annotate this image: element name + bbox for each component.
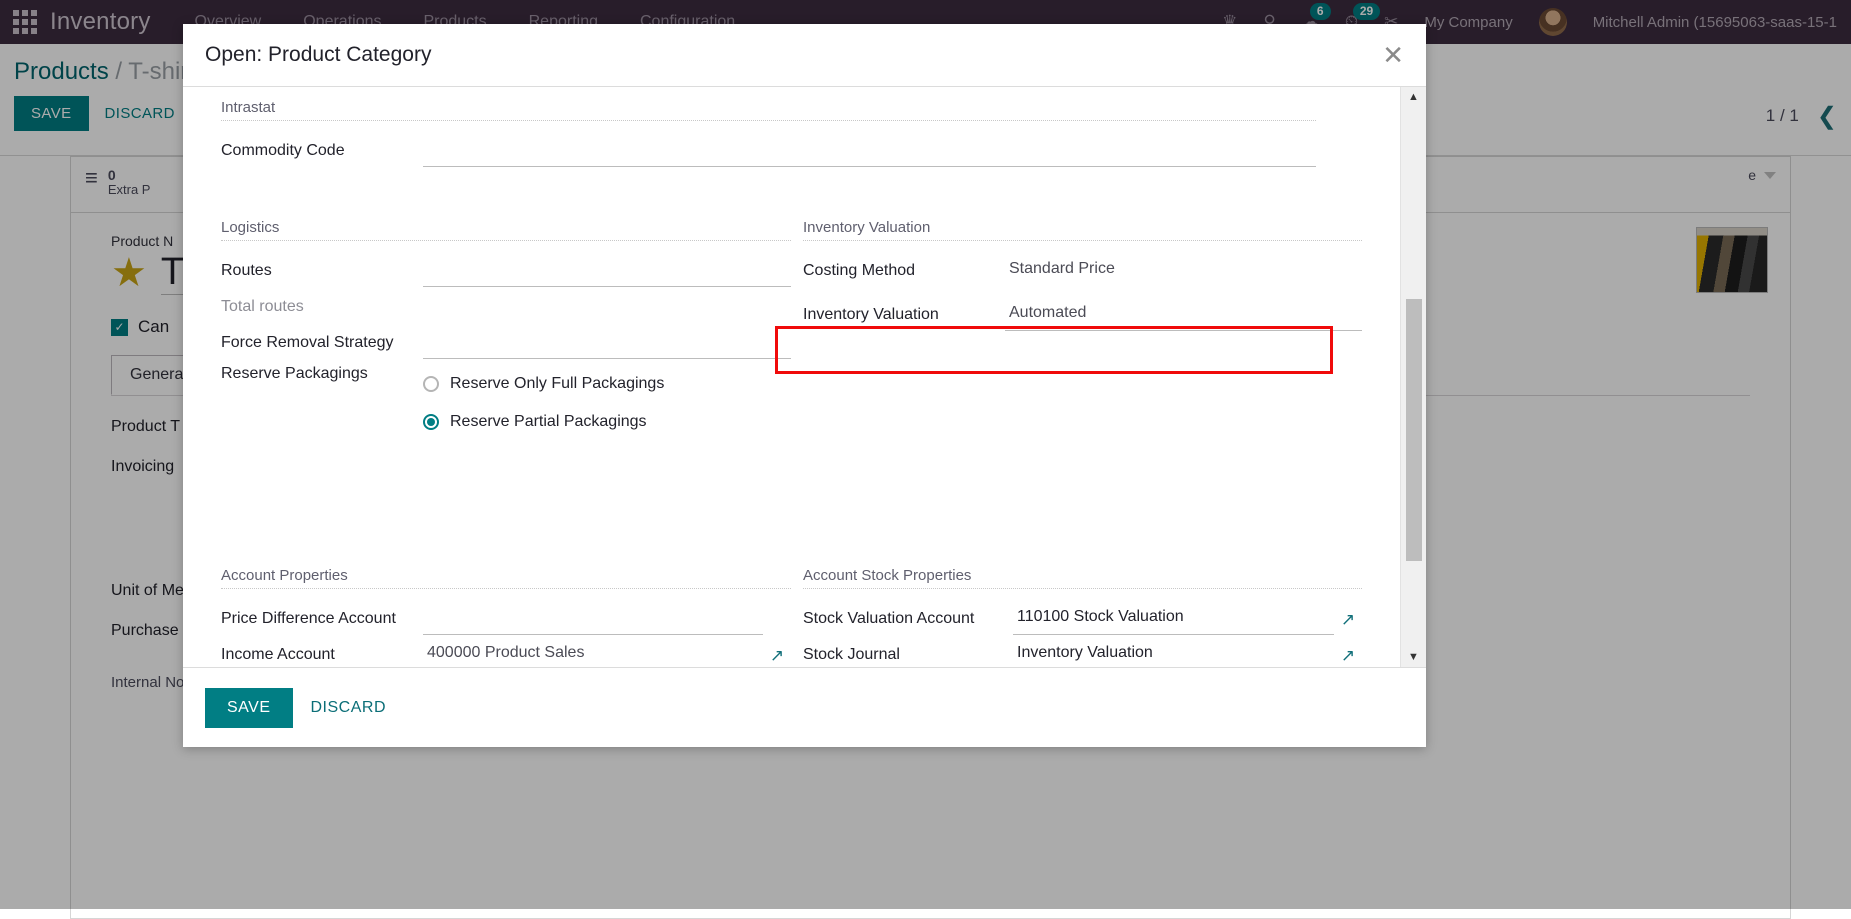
row-reserve-packagings: Reserve Packagings Reserve Only Full Pac… xyxy=(221,365,791,441)
row-routes: Routes xyxy=(221,251,791,287)
row-costing-method: Costing Method Standard Price xyxy=(803,251,1362,287)
price-difference-account-label: Price Difference Account xyxy=(221,610,423,635)
scroll-up-arrow-icon[interactable]: ▲ xyxy=(1401,91,1426,103)
costing-method-label: Costing Method xyxy=(803,262,1005,287)
row-price-difference-account: Price Difference Account ↗ xyxy=(221,599,791,635)
spacer xyxy=(183,167,1400,219)
spacer xyxy=(183,441,1400,567)
stock-journal-label: Stock Journal xyxy=(803,646,1013,667)
radio-reserve-only-full[interactable]: Reserve Only Full Packagings xyxy=(423,365,791,403)
product-category-dialog: Open: Product Category ✕ Intrastat Commo… xyxy=(183,24,1426,747)
dialog-header: Open: Product Category ✕ xyxy=(183,24,1426,87)
dialog-footer: SAVE DISCARD xyxy=(183,667,1426,747)
income-account-input[interactable]: 400000 Product Sales xyxy=(423,644,763,667)
row-stock-valuation-account: Stock Valuation Account 110100 Stock Val… xyxy=(803,599,1362,635)
routes-input[interactable] xyxy=(423,260,791,287)
external-link-icon[interactable]: ↗ xyxy=(1334,646,1362,667)
dialog-discard-button[interactable]: DISCARD xyxy=(311,699,387,717)
reserve-packagings-options: Reserve Only Full Packagings Reserve Par… xyxy=(423,365,791,441)
account-stock-properties-title: Account Stock Properties xyxy=(803,567,1362,589)
inventory-valuation-label: Inventory Valuation xyxy=(803,306,1005,331)
radio-reserve-only-full-label: Reserve Only Full Packagings xyxy=(450,375,664,393)
section-account-properties: Account Properties Price Difference Acco… xyxy=(183,567,1400,667)
logistics-title: Logistics xyxy=(221,219,791,241)
row-total-routes: Total routes xyxy=(221,287,791,323)
price-difference-account-input[interactable] xyxy=(423,608,763,635)
col-logistics: Logistics Routes Total routes Force Remo… xyxy=(221,219,791,441)
row-inventory-valuation: Inventory Valuation Automated xyxy=(803,295,1362,331)
col-inventory-valuation: Inventory Valuation Costing Method Stand… xyxy=(803,219,1362,441)
inventory-valuation-title: Inventory Valuation xyxy=(803,219,1362,241)
external-link-icon[interactable]: ↗ xyxy=(1334,610,1362,635)
costing-method-select[interactable]: Standard Price xyxy=(1005,260,1362,287)
radio-on-icon[interactable] xyxy=(423,414,439,430)
commodity-code-label: Commodity Code xyxy=(221,142,423,167)
reserve-packagings-label: Reserve Packagings xyxy=(221,365,423,390)
dialog-scroll-content: Intrastat Commodity Code Logistics Route… xyxy=(183,87,1400,667)
stock-journal-input[interactable]: Inventory Valuation xyxy=(1013,644,1334,667)
scrollbar-thumb[interactable] xyxy=(1406,299,1422,561)
inventory-valuation-select[interactable]: Automated xyxy=(1005,304,1362,331)
scroll-down-arrow-icon[interactable]: ▼ xyxy=(1401,651,1426,663)
external-link-icon[interactable]: ↗ xyxy=(763,646,791,667)
routes-label: Routes xyxy=(221,262,423,287)
row-stock-journal: Stock Journal Inventory Valuation ↗ xyxy=(803,635,1362,667)
section-intrastat: Intrastat Commodity Code xyxy=(183,99,1400,167)
force-removal-strategy-input[interactable] xyxy=(423,332,791,359)
force-removal-strategy-label: Force Removal Strategy xyxy=(221,334,423,359)
dialog-scrollbar[interactable]: ▲ ▼ xyxy=(1400,87,1426,667)
dialog-title: Open: Product Category xyxy=(205,43,431,67)
close-icon[interactable]: ✕ xyxy=(1382,42,1404,68)
radio-reserve-partial[interactable]: Reserve Partial Packagings xyxy=(423,403,791,441)
dialog-save-button[interactable]: SAVE xyxy=(205,688,293,728)
row-commodity-code: Commodity Code xyxy=(221,131,1316,167)
row-force-removal-strategy: Force Removal Strategy xyxy=(221,323,791,359)
intrastat-title: Intrastat xyxy=(221,99,1316,121)
total-routes-label: Total routes xyxy=(221,298,423,323)
commodity-code-input[interactable] xyxy=(423,140,1316,167)
external-link-icon-placeholder: ↗ xyxy=(763,610,791,635)
total-routes-value xyxy=(423,296,791,323)
radio-reserve-partial-label: Reserve Partial Packagings xyxy=(450,413,647,431)
stock-valuation-account-input[interactable]: 110100 Stock Valuation xyxy=(1013,608,1334,635)
dialog-body: Intrastat Commodity Code Logistics Route… xyxy=(183,87,1426,667)
account-properties-title: Account Properties xyxy=(221,567,791,589)
col-account-properties: Account Properties Price Difference Acco… xyxy=(221,567,791,667)
col-account-stock-properties: Account Stock Properties Stock Valuation… xyxy=(803,567,1362,667)
stock-valuation-account-label: Stock Valuation Account xyxy=(803,610,1013,635)
section-logistics-valuation: Logistics Routes Total routes Force Remo… xyxy=(183,219,1400,441)
income-account-label: Income Account xyxy=(221,646,423,667)
radio-off-icon[interactable] xyxy=(423,376,439,392)
row-income-account: Income Account 400000 Product Sales ↗ xyxy=(221,635,791,667)
